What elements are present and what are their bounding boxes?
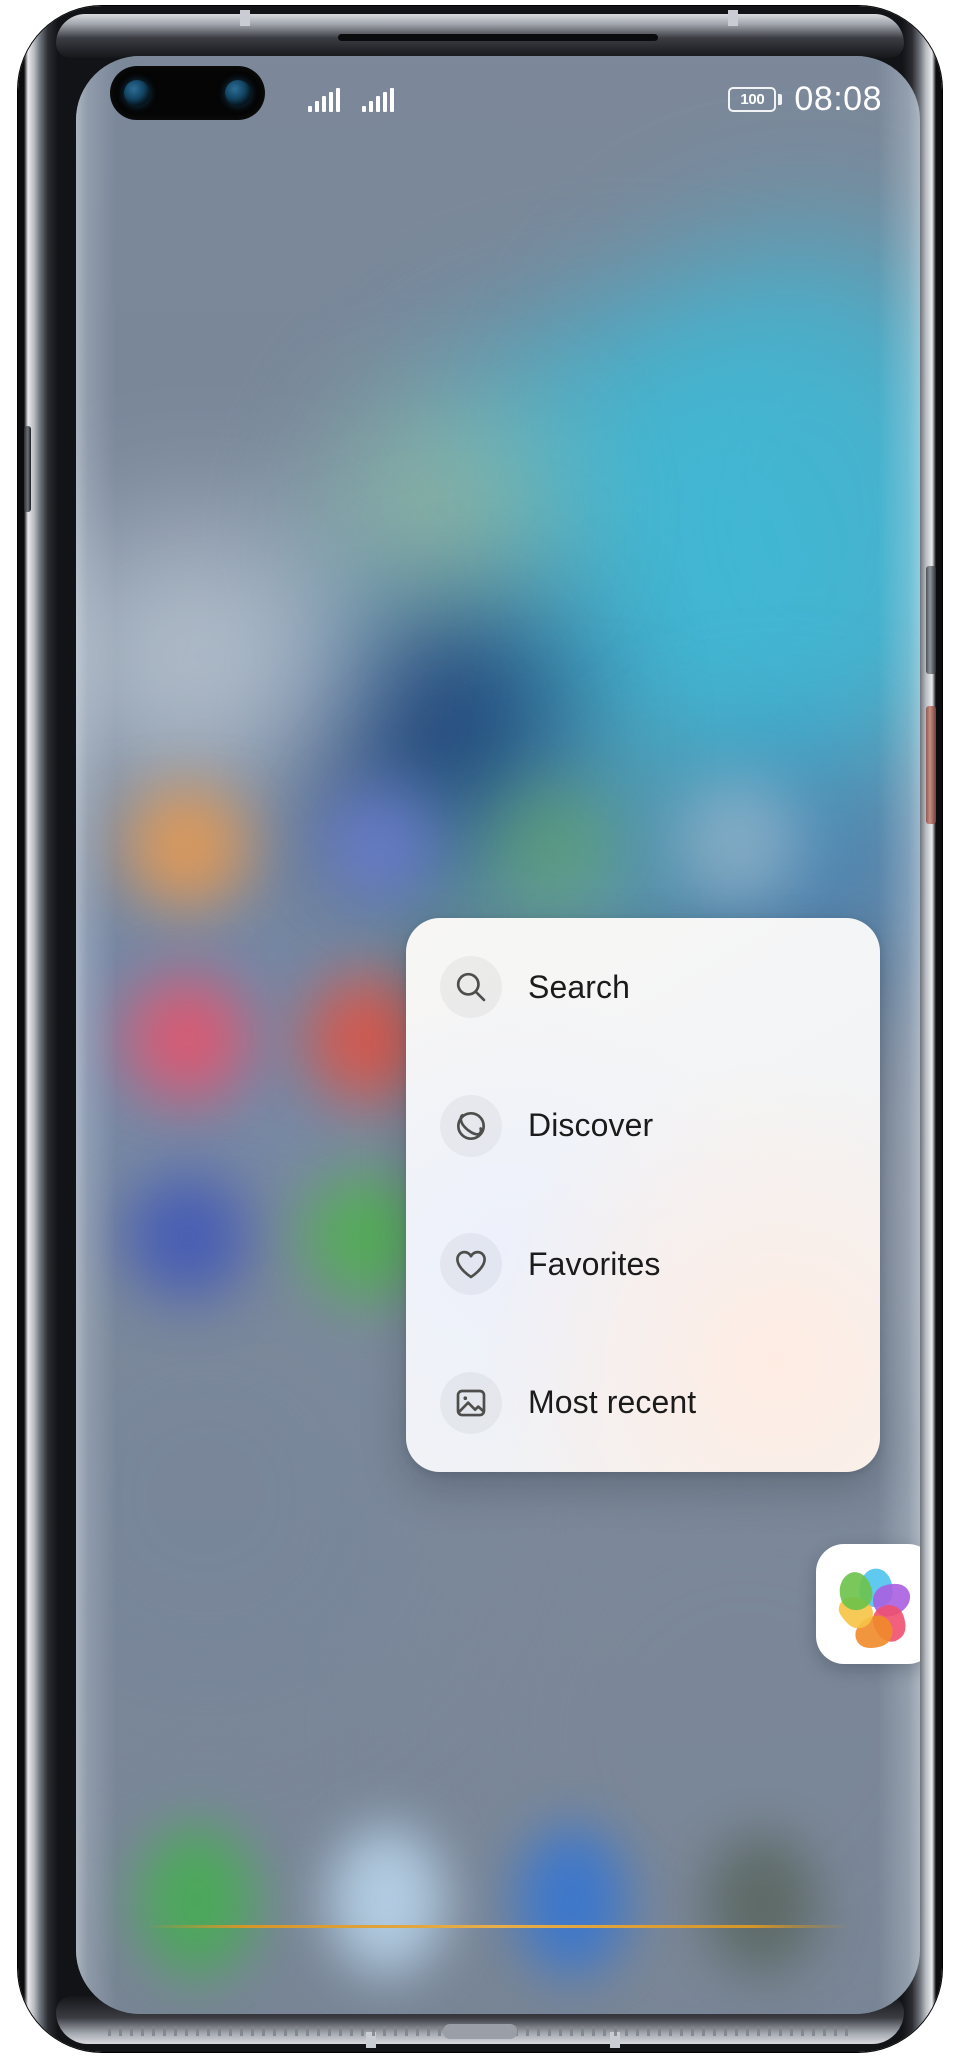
gallery-petals-icon (838, 1568, 911, 1649)
battery-level-label: 100 (740, 91, 765, 108)
blurred-app-icon[interactable] (124, 784, 250, 910)
signal-indicators (308, 88, 394, 112)
gallery-app-icon[interactable] (816, 1544, 920, 1664)
app-shortcut-popup-menu: Search Discover Favorites Most recent (406, 918, 880, 1472)
status-bar-right: 100 08:08 (728, 80, 882, 119)
heart-icon (440, 1233, 502, 1296)
usb-c-port (443, 2024, 517, 2039)
blurred-app-icon[interactable] (676, 780, 802, 906)
blurred-app-icon[interactable] (124, 976, 250, 1102)
front-camera-lens-icon (225, 80, 251, 106)
blurred-app-icon[interactable] (496, 786, 614, 904)
menu-item-label: Discover (528, 1107, 654, 1144)
signal-bars-icon (362, 88, 394, 112)
left-side-button[interactable] (24, 426, 31, 512)
menu-item-most-recent[interactable]: Most recent (406, 1334, 880, 1473)
dock-app-icon[interactable] (706, 1834, 818, 1974)
menu-item-search[interactable]: Search (406, 918, 880, 1057)
status-bar: 100 08:08 (76, 56, 920, 166)
image-icon (440, 1371, 502, 1434)
blurred-app-icon[interactable] (321, 784, 441, 904)
signal-bars-icon (308, 88, 340, 112)
earpiece-speaker (338, 34, 658, 41)
front-camera-lens-icon (124, 80, 150, 106)
menu-item-discover[interactable]: Discover (406, 1057, 880, 1196)
blurred-app-icon[interactable] (124, 1174, 250, 1300)
menu-item-favorites[interactable]: Favorites (406, 1195, 880, 1334)
phone-frame: 100 08:08 Search Discover Favorites Most… (18, 6, 942, 2052)
search-icon (440, 956, 502, 1019)
status-bar-clock: 08:08 (794, 80, 882, 118)
menu-item-label: Most recent (528, 1384, 697, 1421)
antenna-line (728, 10, 738, 26)
battery-icon: 100 (728, 87, 783, 112)
dock-app-icon[interactable] (138, 1826, 256, 1976)
discover-globe-icon (440, 1094, 502, 1157)
menu-item-label: Search (528, 968, 630, 1005)
power-button[interactable] (926, 706, 936, 824)
camera-punch-hole (110, 66, 265, 120)
screenshot-root: 100 08:08 Search Discover Favorites Most… (0, 0, 960, 2060)
screen-bottom-accent (146, 1925, 850, 1928)
menu-item-label: Favorites (528, 1245, 661, 1282)
antenna-line (240, 10, 250, 26)
dock-app-icon[interactable] (516, 1826, 628, 1976)
phone-screen: 100 08:08 Search Discover Favorites Most… (76, 56, 920, 2014)
volume-button[interactable] (926, 566, 936, 674)
dock-app-icon[interactable] (328, 1826, 446, 1976)
